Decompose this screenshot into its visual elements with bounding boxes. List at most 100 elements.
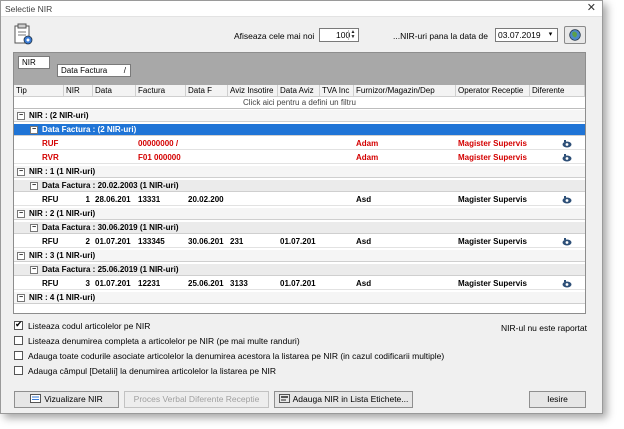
- eye-icon[interactable]: [562, 238, 572, 246]
- list-full-name-label: Listeaza denumirea completa a articolelo…: [28, 336, 300, 346]
- cell-factura: 00000000 /: [138, 139, 179, 148]
- until-date-picker[interactable]: 03.07.2019 ▾: [495, 28, 558, 42]
- column-header-nir[interactable]: NIR: [64, 85, 93, 97]
- collapse-icon[interactable]: −: [17, 252, 25, 260]
- collapse-icon[interactable]: −: [30, 266, 38, 274]
- column-header-operator-receptie[interactable]: Operator Receptie: [456, 85, 530, 97]
- column-header-factura[interactable]: Factura: [136, 85, 186, 97]
- document-settings-icon[interactable]: [14, 23, 33, 45]
- column-header-diferente[interactable]: Diferente: [530, 85, 585, 97]
- add-codes-label: Adauga toate codurile asociate articolel…: [28, 351, 445, 361]
- cell-furnizor: Asd: [356, 237, 372, 246]
- list-full-name-checkbox[interactable]: [14, 336, 23, 345]
- group-row-label: NIR : 2 (1 NIR-uri): [29, 209, 96, 218]
- cell-furnizor: Adam: [356, 139, 379, 148]
- cell-nir: 3: [85, 279, 90, 288]
- cell-tip: RVR: [42, 153, 59, 162]
- collapse-icon[interactable]: −: [17, 112, 25, 120]
- table-row[interactable]: RFU 1 28.06.201 13331 20.02.200 Asd Magister S…: [14, 194, 585, 206]
- add-details-checkbox[interactable]: [14, 366, 23, 375]
- chevron-down-icon[interactable]: ▾: [545, 30, 556, 40]
- window-title: Selectie NIR: [5, 4, 53, 14]
- table-row[interactable]: RFU 3 01.07.201 12231 25.06.201 3133 01.07.201…: [14, 278, 585, 290]
- exit-button[interactable]: Iesire: [529, 391, 586, 408]
- group-chip-data-factura[interactable]: Data Factura /: [57, 64, 131, 77]
- add-to-labels-button[interactable]: Adauga NIR in Lista Etichete...: [274, 391, 413, 408]
- check-icon: ✔: [15, 319, 23, 329]
- cell-furnizor: Adam: [356, 153, 379, 162]
- group-row-label: Data Factura : 30.06.2019 (1 NIR-uri): [42, 223, 179, 232]
- collapse-icon[interactable]: −: [17, 294, 25, 302]
- group-row-label: NIR : 1 (1 NIR-uri): [29, 167, 96, 176]
- table-row[interactable]: RFU 2 01.07.201 133345 30.06.201 231 01.07.201…: [14, 236, 585, 248]
- group-row-nir[interactable]: − NIR : 1 (1 NIR-uri): [14, 166, 585, 178]
- show-last-label: Afiseaza cele mai noi: [234, 31, 315, 41]
- collapse-icon[interactable]: −: [30, 224, 38, 232]
- nir-grid[interactable]: NIR Data Factura / Tip NIR Data Factura Data …: [13, 52, 586, 314]
- show-last-stepper[interactable]: 100 ▲ ▼: [319, 28, 359, 42]
- group-row-data-factura[interactable]: − Data Factura : 25.06.2019 (1 NIR-uri): [14, 264, 585, 276]
- exit-label: Iesire: [547, 394, 568, 404]
- add-codes-checkbox[interactable]: [14, 351, 23, 360]
- eye-icon[interactable]: [562, 140, 572, 148]
- group-chip-label: Data Factura: [61, 66, 108, 75]
- cell-data-factura: 20.02.200: [188, 195, 224, 204]
- cell-tip: RFU: [42, 195, 59, 204]
- cell-furnizor: Asd: [356, 195, 372, 204]
- cell-data: 01.07.201: [95, 279, 131, 288]
- column-header-tva-inc[interactable]: TVA Inc: [320, 85, 354, 97]
- collapse-icon[interactable]: −: [17, 210, 25, 218]
- column-header-row: Tip NIR Data Factura Data F Aviz Insotire Data…: [14, 85, 585, 97]
- cell-data-factura: 30.06.201: [188, 237, 224, 246]
- stepper-arrows-icon[interactable]: ▲ ▼: [348, 30, 357, 40]
- collapse-icon[interactable]: −: [17, 168, 25, 176]
- group-row-data-factura[interactable]: − Data Factura : 20.02.2003 (1 NIR-uri): [14, 180, 585, 192]
- column-header-data-aviz[interactable]: Data Aviz: [278, 85, 320, 97]
- cell-operator: Magister Supervis: [458, 237, 527, 246]
- diff-report-label: Proces Verbal Diferente Receptie: [133, 394, 260, 404]
- eye-icon[interactable]: [562, 196, 572, 204]
- cell-tip: RFU: [42, 279, 59, 288]
- filter-row[interactable]: Click aici pentru a defini un filtru: [14, 97, 585, 109]
- add-details-label: Adauga câmpul [Detalii] la denumirea art…: [28, 366, 277, 376]
- column-header-furnizor-magazin-dep[interactable]: Furnizor/Magazin/Dep: [354, 85, 456, 97]
- label-list-icon: [278, 394, 290, 403]
- list-codes-label: Listeaza codul articolelor pe NIR: [28, 321, 151, 331]
- preview-nir-button[interactable]: Vizualizare NIR: [14, 391, 119, 408]
- group-row-nir[interactable]: − NIR : (2 NIR-uri): [14, 110, 585, 122]
- cell-data-aviz: 01.07.201: [280, 279, 316, 288]
- group-row-nir[interactable]: − NIR : 4 (1 NIR-uri): [14, 292, 585, 304]
- cell-operator: Magister Supervis: [458, 195, 527, 204]
- column-header-data-f[interactable]: Data F: [186, 85, 228, 97]
- group-row-data-factura[interactable]: − Data Factura : 30.06.2019 (1 NIR-uri): [14, 222, 585, 234]
- collapse-icon[interactable]: −: [30, 126, 38, 134]
- selectie-nir-window: Selectie NIR ✕ Afiseaza cele mai noi 100…: [0, 0, 603, 414]
- eye-icon[interactable]: [562, 154, 572, 162]
- until-date-label: ...NIR-uri pana la data de: [393, 31, 488, 41]
- globe-button[interactable]: [564, 26, 586, 44]
- cell-aviz: 3133: [230, 279, 248, 288]
- group-row-nir[interactable]: − NIR : 2 (1 NIR-uri): [14, 208, 585, 220]
- group-row-label: NIR : (2 NIR-uri): [29, 111, 89, 120]
- preview-icon: [30, 394, 42, 403]
- table-row[interactable]: RUF 00000000 / Adam Magister Supervis: [14, 138, 585, 150]
- column-header-aviz-insotire[interactable]: Aviz Insotire: [228, 85, 278, 97]
- cell-operator: Magister Supervis: [458, 153, 527, 162]
- list-codes-checkbox[interactable]: ✔: [14, 319, 23, 330]
- diff-report-button[interactable]: Proces Verbal Diferente Receptie: [124, 391, 269, 408]
- group-row-data-factura[interactable]: − Data Factura : (2 NIR-uri): [14, 124, 585, 136]
- cell-factura: 13331: [138, 195, 161, 204]
- group-chip-nir[interactable]: NIR: [18, 56, 50, 69]
- column-header-data[interactable]: Data: [93, 85, 136, 97]
- eye-icon[interactable]: [562, 280, 572, 288]
- cell-factura: 133345: [138, 237, 165, 246]
- table-row[interactable]: RVR F01 000000 Adam Magister Supervis: [14, 152, 585, 164]
- collapse-icon[interactable]: −: [30, 182, 38, 190]
- group-row-nir[interactable]: − NIR : 3 (1 NIR-uri): [14, 250, 585, 262]
- close-icon[interactable]: ✕: [587, 2, 596, 15]
- cell-factura: 12231: [138, 279, 161, 288]
- group-row-label: Data Factura : 25.06.2019 (1 NIR-uri): [42, 265, 179, 274]
- group-by-panel[interactable]: NIR Data Factura /: [14, 53, 585, 85]
- column-header-tip[interactable]: Tip: [14, 85, 64, 97]
- cell-tip: RFU: [42, 237, 59, 246]
